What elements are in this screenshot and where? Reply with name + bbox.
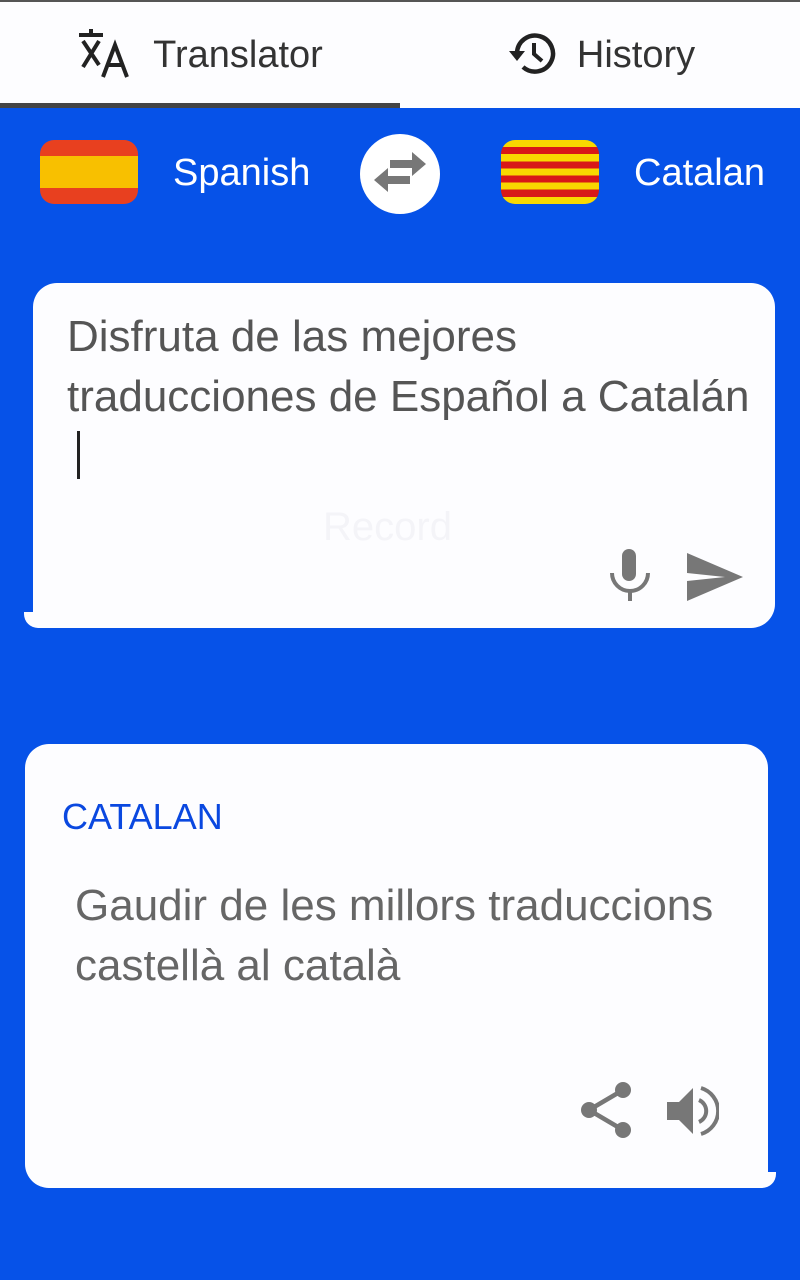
tab-label: Translator bbox=[153, 33, 323, 76]
share-icon bbox=[579, 1080, 635, 1144]
microphone-icon bbox=[608, 547, 652, 607]
share-button[interactable] bbox=[577, 1080, 637, 1144]
language-bar: Spanish Catalan bbox=[0, 108, 800, 248]
microphone-button[interactable] bbox=[605, 545, 655, 609]
tab-bar: Translator History bbox=[0, 2, 800, 108]
tab-label: History bbox=[576, 33, 696, 76]
send-icon bbox=[685, 551, 745, 607]
history-icon bbox=[505, 29, 557, 81]
output-language-label: CATALAN bbox=[62, 796, 223, 837]
speaker-icon bbox=[663, 1084, 721, 1142]
swap-icon bbox=[368, 148, 432, 200]
source-language-label[interactable]: Spanish bbox=[173, 152, 310, 195]
output-card: CATALAN Gaudir de les millors traduccion… bbox=[25, 744, 768, 1188]
translate-send-button[interactable] bbox=[683, 551, 747, 607]
speak-button[interactable] bbox=[661, 1084, 721, 1142]
source-text-input[interactable]: Disfruta de las mejores traducciones de … bbox=[67, 307, 757, 487]
record-watermark: Record bbox=[323, 505, 452, 549]
spain-flag-icon[interactable] bbox=[40, 140, 138, 204]
translated-text: Gaudir de les millors traduccions castel… bbox=[75, 881, 714, 990]
translate-icon bbox=[77, 27, 133, 83]
swap-languages-button[interactable] bbox=[360, 134, 440, 214]
catalonia-flag-icon[interactable] bbox=[501, 140, 599, 204]
tab-history[interactable]: History bbox=[400, 2, 800, 108]
input-card: Disfruta de las mejores traducciones de … bbox=[33, 283, 775, 628]
tab-translator[interactable]: Translator bbox=[0, 2, 400, 108]
target-language-label[interactable]: Catalan bbox=[634, 152, 765, 195]
text-caret bbox=[77, 431, 80, 479]
